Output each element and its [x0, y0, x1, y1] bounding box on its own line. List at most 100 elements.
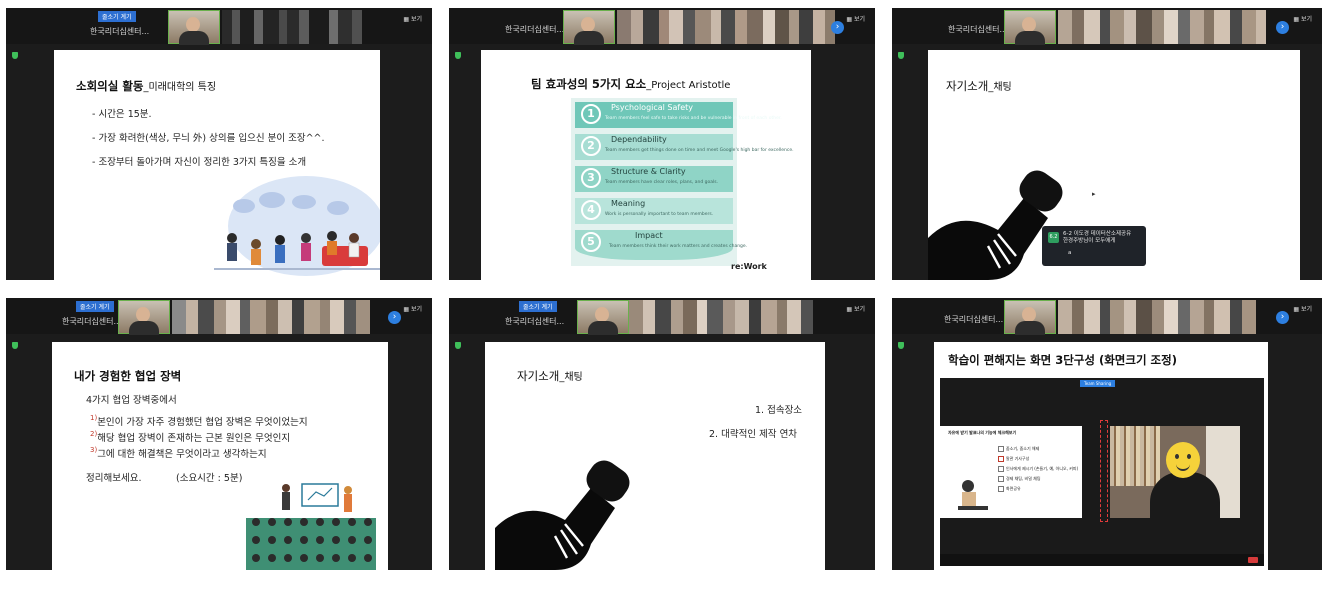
shield-icon: [455, 52, 461, 59]
worksheet-item: 화면공유: [998, 486, 1021, 492]
presenter-video-thumb[interactable]: [1004, 300, 1056, 335]
chat-recipient: 한경주방님이 모두에게: [1063, 238, 1116, 244]
worksheet-item: 줌소기, 줌소기 해제: [998, 446, 1039, 452]
divider-dashed: [1100, 420, 1108, 522]
chat-avatar: 6.2: [1048, 232, 1059, 243]
participant-thumbnails[interactable]: [617, 10, 835, 44]
view-button[interactable]: ▦ 보기: [846, 304, 865, 313]
zoom-panel-5: 줄소기 계기 한국리더십센터... ▦ 보기 자기소개_채팅 1. 접속장소 2…: [449, 298, 875, 570]
smiley-face-icon: [1166, 442, 1200, 478]
slide-item-2: 2)해당 협업 장벽이 존재하는 근본 원인은 무엇인지: [90, 430, 291, 444]
slide-bullet: - 조장부터 돌아가며 자신이 정리한 3가지 특징을 소개: [92, 157, 307, 168]
participant-thumbnails[interactable]: [172, 300, 370, 334]
aristotle-item-desc: Team members think their work matters an…: [609, 244, 748, 249]
presenter-video-thumb[interactable]: [118, 300, 170, 335]
aristotle-item-title: Structure & Clarity: [611, 167, 686, 176]
shared-slide: 학습이 편해지는 화면 3단구성 (화면크기 조정) Team Sharing …: [934, 342, 1268, 570]
aristotle-item-desc: Work is personally important to team mem…: [605, 212, 714, 217]
nested-end-button: [1248, 557, 1258, 563]
participant-bar: 한국리더십센터... › ▦ 보기: [892, 8, 1322, 45]
view-button[interactable]: ▦ 보기: [403, 304, 422, 313]
speaker-tag: 줄소기 계기: [98, 11, 136, 22]
zoom-panel-6: 한국리더십센터... › ▦ 보기 학습이 편해지는 화면 3단구성 (화면크기…: [892, 298, 1322, 570]
shared-slide: 내가 경험한 협업 장벽 4가지 협업 장벽중에서 1)본인이 가장 자주 경험…: [52, 342, 388, 570]
presenter-camera: [1110, 426, 1240, 518]
slide-time-note: (소요시간 : 5분): [176, 473, 243, 484]
worksheet-item: 경제 채팅, 비밀 채팅: [998, 476, 1041, 482]
nested-toolbar: [940, 554, 1264, 566]
presenter-video-thumb[interactable]: [563, 10, 615, 45]
aristotle-item-desc: Team members get things done on time and…: [605, 148, 794, 153]
shield-icon: [455, 342, 461, 349]
slide-item-2: 2. 대략적인 제작 연차: [709, 429, 798, 440]
speaker-tag: 줄소기 계기: [76, 301, 114, 312]
thinking-person-illustration: [958, 480, 988, 510]
chat-sender: 6-2 이도경 데이터산소제공유: [1063, 231, 1132, 237]
shared-slide: 자기소개_채팅 1. 접속장소 2. 대략적인 제작 연차: [485, 342, 825, 570]
meeting-name: 한국리더십센터...: [944, 315, 1004, 324]
aristotle-item-desc: Team members have clear roles, plans, an…: [605, 180, 719, 185]
presenter-video-thumb[interactable]: [577, 300, 629, 335]
chat-notification[interactable]: 6.2 6-2 이도경 데이터산소제공유 한경주방님이 모두에게 a: [1042, 226, 1146, 266]
participant-thumbnails[interactable]: [629, 300, 813, 334]
zoom-panel-4: 줄소기 계기 한국리더십센터... › ▦ 보기 내가 경험한 협업 장벽 4가…: [6, 298, 432, 570]
mouse-cursor: ▸: [1092, 190, 1096, 198]
shield-icon: [12, 52, 18, 59]
participant-bar: 줄소기 계기 한국리더십센터... ▦ 보기: [6, 8, 432, 45]
meeting-name: 한국리더십센터...: [62, 317, 122, 326]
aristotle-diagram: 1 Psychological Safety Team members feel…: [571, 98, 794, 266]
meeting-name: 한국리더십센터...: [505, 317, 565, 326]
aristotle-item-3: 3 Structure & Clarity Team members have …: [575, 166, 733, 192]
aristotle-item-2: 2 Dependability Team members get things …: [575, 134, 794, 160]
aristotle-item-title: Meaning: [611, 199, 646, 208]
zoom-panel-2: 한국리더십센터... › ▦ 보기 팀 효과성의 5가지 요소_Project …: [449, 8, 875, 280]
participant-thumbnails[interactable]: [222, 10, 362, 44]
presenter-video-thumb[interactable]: [168, 10, 220, 45]
next-page-arrow[interactable]: ›: [1276, 21, 1289, 34]
participant-thumbnails[interactable]: [1058, 10, 1266, 44]
aristotle-item-desc: Team members feel safe to take risks and…: [605, 116, 782, 121]
slide-bullet: - 가장 화려한(색상, 무늬 外) 상의를 입으신 분이 조장^^.: [92, 133, 325, 144]
participant-bar: 한국리더십센터... › ▦ 보기: [892, 298, 1322, 335]
participant-bar: 줄소기 계기 한국리더십센터... ▦ 보기: [449, 298, 875, 335]
slide-title: 자기소개_채팅: [946, 79, 1012, 93]
aristotle-item-4: 4 Meaning Work is personally important t…: [575, 198, 733, 224]
aristotle-item-title: Dependability: [611, 135, 667, 144]
next-page-arrow[interactable]: ›: [831, 21, 844, 34]
shield-icon: [898, 342, 904, 349]
meeting-name: 한국리더십센터...: [505, 25, 565, 34]
shield-icon: [898, 52, 904, 59]
view-button[interactable]: ▦ 보기: [846, 14, 865, 23]
slide-title: 학습이 편해지는 화면 3단구성 (화면크기 조정): [948, 353, 1177, 367]
participant-thumbnails[interactable]: [1058, 300, 1256, 334]
share-tag: Team Sharing: [1080, 380, 1116, 387]
slide-title: 팀 효과성의 5가지 요소_Project Aristotle: [531, 77, 731, 91]
meeting-people-illustration: [214, 176, 380, 276]
meeting-name: 한국리더십센터...: [90, 27, 150, 36]
view-button[interactable]: ▦ 보기: [1293, 14, 1312, 23]
aristotle-item-title: Impact: [635, 231, 663, 240]
slide-intro: 4가지 협업 장벽중에서: [86, 395, 177, 406]
worksheet-slide: 자유에 받기 발표나의 기능에 체크해보기 줌소기, 줌소기 해제 말관 기사구…: [940, 426, 1082, 518]
presenter-video-thumb[interactable]: [1004, 10, 1056, 45]
view-button[interactable]: ▦ 보기: [403, 14, 422, 23]
view-button[interactable]: ▦ 보기: [1293, 304, 1312, 313]
presentation-audience-illustration: [246, 483, 376, 570]
meeting-name: 한국리더십센터...: [948, 25, 1008, 34]
slide-bullet: - 시간은 15분.: [92, 109, 152, 120]
next-page-arrow[interactable]: ›: [1276, 311, 1289, 324]
next-page-arrow[interactable]: ›: [388, 311, 401, 324]
worksheet-title: 자유에 받기 발표나의 기능에 체크해보기: [948, 430, 1017, 435]
slide-item-1: 1)본인이 가장 자주 경험했던 협업 장벽은 무엇이었는지: [90, 414, 308, 428]
rework-logo: re:Work: [731, 262, 767, 271]
slide-item-1: 1. 접속장소: [755, 405, 803, 416]
shared-slide: 팀 효과성의 5가지 요소_Project Aristotle 1 Psycho…: [481, 50, 811, 280]
speaker-tag: 줄소기 계기: [519, 301, 557, 312]
aristotle-item-1: 1 Psychological Safety Team members feel…: [575, 102, 782, 128]
shield-icon: [12, 342, 18, 349]
aristotle-item-5: 5 Impact Team members think their work m…: [575, 230, 747, 260]
aristotle-item-title: Psychological Safety: [611, 103, 694, 112]
participant-bar: 한국리더십센터... › ▦ 보기: [449, 8, 875, 45]
shared-slide: 소회의실 활동_미래대학의 특징 - 시간은 15분. - 가장 화려한(색상,…: [54, 50, 380, 280]
slide-closing: 정리해보세요.: [86, 473, 142, 484]
